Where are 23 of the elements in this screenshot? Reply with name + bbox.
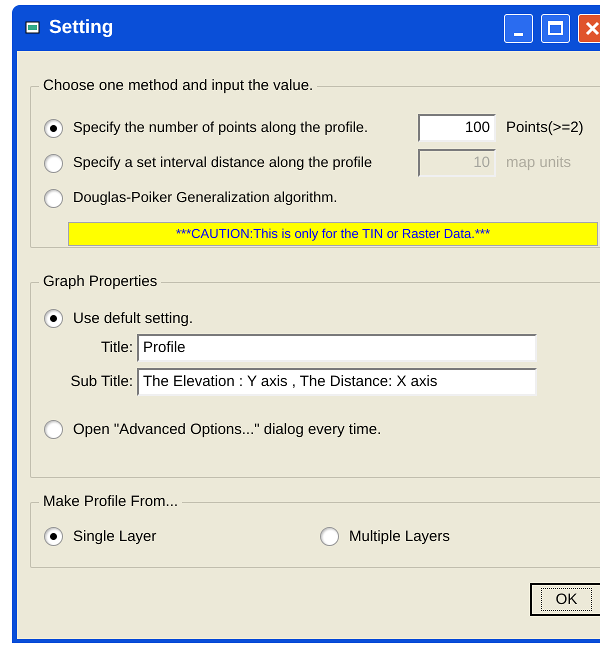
radio-button[interactable]: Multiple Layers (320, 527, 596, 546)
caution-banner: ***CAUTION:This is only for the TIN or Raster Data.*** (68, 222, 598, 246)
minimize-button[interactable] (504, 14, 533, 42)
input-field[interactable]: The Elevation : Y axis , The Distance: X axis (137, 368, 537, 396)
close-icon (585, 20, 600, 36)
window-icon (25, 21, 41, 35)
close-button[interactable] (578, 14, 600, 42)
radio-button[interactable]: Douglas-Poiker Generalization algorithm. (44, 188, 394, 208)
field-label: Title: (100, 338, 134, 358)
unit-label: map units (506, 152, 572, 173)
maximize-button[interactable] (541, 14, 570, 42)
window-title: Setting (49, 16, 114, 40)
group-legend: Choose one method and input the value. (39, 76, 318, 96)
radio-button[interactable]: Specify the number of points along the profile. (44, 118, 394, 138)
radio-button[interactable]: Open "Advanced Options..." dialog every time. (44, 420, 600, 439)
group-legend: Graph Properties (39, 272, 162, 292)
unit-label: Points(>=2) (506, 118, 584, 138)
radio-button[interactable]: Use defult setting. (44, 309, 600, 328)
radio-button[interactable]: Single Layer (44, 527, 320, 546)
input-field[interactable]: 100 (418, 114, 496, 142)
field-label: Sub Title: (69, 372, 134, 392)
ok-button[interactable]: OK (530, 583, 600, 616)
input-field[interactable]: Profile (137, 334, 537, 362)
